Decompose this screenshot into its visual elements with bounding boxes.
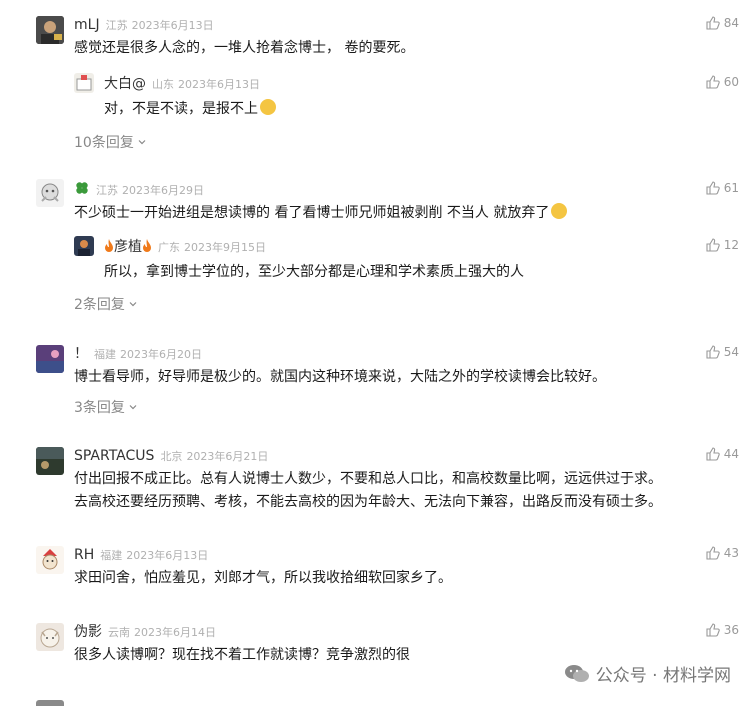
chevron-down-icon	[129, 405, 137, 410]
flame-icon	[105, 239, 113, 252]
username[interactable]: 大白@	[104, 76, 146, 92]
comment-meta: mLJ 江苏 2023年6月13日	[74, 14, 214, 34]
username[interactable]: SPARTACUS	[74, 448, 154, 464]
more-replies-button[interactable]: 2条回复	[74, 294, 138, 314]
avatar[interactable]	[74, 236, 94, 256]
thumbs-up-icon	[706, 238, 720, 252]
timestamp: 2023年9月15日	[184, 241, 266, 254]
comment-text: 去高校还要经历预聘、考核，不能去高校的因为年龄大、无法向下兼容，出路反而没有硕士…	[74, 494, 662, 510]
like-button[interactable]: 60	[706, 75, 739, 89]
like-button[interactable]: 44	[706, 447, 739, 461]
like-button[interactable]: 43	[706, 546, 739, 560]
location: 北京	[160, 450, 183, 463]
location: 江苏	[105, 19, 128, 32]
timestamp: 2023年6月13日	[178, 78, 260, 91]
comment-text: 博士看导师，好导师是极少的。就国内这种环境来说，大陆之外的学校读博会比较好。	[74, 369, 606, 385]
comment-text: 很多人读博啊？现在找不着工作就读博？竞争激烈的很	[74, 647, 410, 663]
comment-meta: SPARTACUS 北京 2023年6月21日	[74, 445, 268, 465]
chevron-down-icon	[129, 302, 137, 307]
comment-meta: RH 福建 2023年6月13日	[74, 544, 208, 564]
avatar[interactable]	[36, 700, 64, 706]
like-count: 84	[723, 16, 739, 30]
more-replies-label: 2条回复	[74, 297, 125, 313]
watermark-text: 公众号 · 材料学网	[595, 666, 731, 686]
like-count: 44	[723, 447, 739, 461]
thumbs-up-icon	[706, 623, 720, 637]
comment-text-content: 不少硕士一开始进组是想读博的 看了看博士师兄师姐被剥削 不当人 就放弃了	[74, 205, 550, 221]
more-replies-button[interactable]: 3条回复	[74, 397, 138, 417]
like-button[interactable]: 84	[706, 16, 739, 30]
comment-text: 求田问舍，怕应羞见，刘郎才气，所以我收拾细软回家乡了。	[74, 570, 452, 586]
like-button[interactable]: 36	[706, 623, 739, 637]
timestamp: 2023年6月20日	[120, 348, 202, 361]
comment-text: 不少硕士一开始进组是想读博的 看了看博士师兄师姐被剥削 不当人 就放弃了	[74, 202, 568, 225]
like-count: 12	[723, 238, 739, 252]
timestamp: 2023年6月13日	[131, 19, 214, 32]
username[interactable]: 彦植	[114, 239, 142, 255]
location: 广东	[158, 241, 180, 254]
avatar[interactable]	[36, 179, 64, 207]
thumbs-up-icon	[706, 181, 720, 195]
flame-icon	[143, 239, 151, 252]
reply-text: 所以，拿到博士学位的，至少大部分都是心理和学术素质上强大的人	[104, 264, 524, 280]
like-count: 36	[723, 623, 739, 637]
like-count: 43	[723, 546, 739, 560]
clover-icon	[76, 182, 88, 194]
location: 山东	[152, 78, 174, 91]
comment-text: 付出回报不成正比。总有人说博士人数少，不要和总人口比，和高校数量比啊，远远供过于…	[74, 471, 662, 487]
more-replies-label: 3条回复	[74, 400, 125, 416]
location: 云南	[108, 626, 130, 639]
avatar[interactable]	[36, 16, 64, 44]
avatar[interactable]	[36, 623, 64, 651]
thumbs-up-icon	[706, 16, 720, 30]
like-count: 61	[723, 181, 739, 195]
username[interactable]: ！	[74, 346, 88, 362]
avatar[interactable]	[36, 546, 64, 574]
avatar[interactable]	[36, 447, 64, 475]
thumbs-up-icon	[706, 546, 720, 560]
reply-text: 对，不是不读，是报不上	[104, 98, 276, 121]
timestamp: 2023年6月13日	[126, 549, 209, 562]
grinning-emoji-icon	[551, 203, 568, 219]
location: 福建	[94, 348, 116, 361]
comment-meta: 江苏 2023年6月29日	[74, 179, 204, 199]
like-count: 54	[723, 345, 739, 359]
comment-text: 感觉还是很多人念的，一堆人抢着念博士， 卷的要死。	[74, 40, 415, 56]
wechat-icon	[564, 664, 589, 682]
more-replies-label: 10条回复	[74, 135, 134, 151]
location: 福建	[100, 549, 123, 562]
timestamp: 2023年6月29日	[122, 184, 204, 197]
watermark: 公众号 · 材料学网	[564, 661, 731, 686]
username[interactable]: 伪影	[74, 624, 102, 640]
chevron-down-icon	[138, 140, 146, 145]
like-button[interactable]: 61	[706, 181, 739, 195]
like-button[interactable]: 54	[706, 345, 739, 359]
thumbs-up-icon	[706, 447, 720, 461]
avatar[interactable]	[36, 345, 64, 373]
like-count: 60	[723, 75, 739, 89]
more-replies-button[interactable]: 10条回复	[74, 132, 147, 152]
timestamp: 2023年6月21日	[186, 450, 269, 463]
reply-meta: 大白@ 山东 2023年6月13日	[104, 73, 260, 93]
crying-emoji-icon	[260, 99, 276, 115]
reply-text-content: 对，不是不读，是报不上	[104, 101, 258, 117]
like-button[interactable]: 12	[706, 238, 739, 252]
username[interactable]: RH	[74, 547, 94, 563]
avatar[interactable]	[74, 73, 94, 93]
thumbs-up-icon	[706, 345, 720, 359]
thumbs-up-icon	[706, 75, 720, 89]
username[interactable]: mLJ	[74, 17, 100, 33]
location: 江苏	[96, 184, 118, 197]
comment-meta: ！ 福建 2023年6月20日	[74, 343, 202, 363]
comment-meta: 伪影 云南 2023年6月14日	[74, 621, 216, 641]
reply-meta: 彦植 广东 2023年9月15日	[104, 236, 266, 256]
timestamp: 2023年6月14日	[134, 626, 216, 639]
